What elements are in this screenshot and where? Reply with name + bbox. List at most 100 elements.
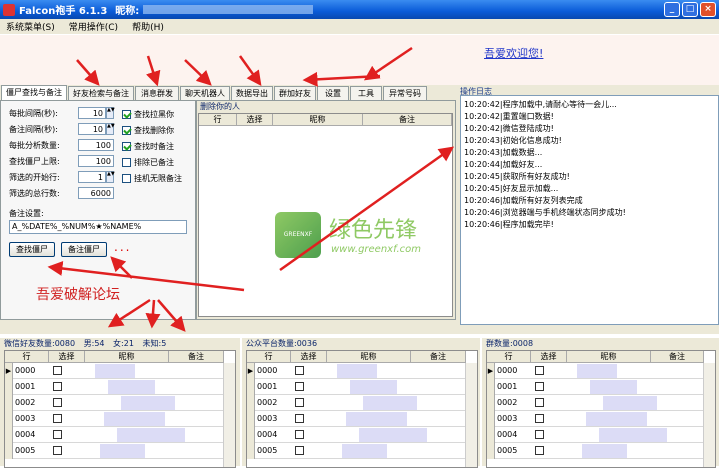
nickname-redacted <box>359 428 427 442</box>
nickname-redacted <box>603 396 657 410</box>
row-checkbox[interactable] <box>535 446 544 455</box>
annotation-dots: ... <box>114 240 132 254</box>
welcome-link[interactable]: 吾爱欢迎您! <box>484 45 543 61</box>
check-remark-while-find[interactable]: 查找时备注 <box>122 141 174 152</box>
check-exclude-remarked[interactable]: 排除已备注 <box>122 157 174 168</box>
row-indicator: ▶ <box>487 363 495 379</box>
tab-group-add[interactable]: 群加好友 <box>274 86 316 100</box>
row-checkbox[interactable] <box>53 430 62 439</box>
nickname-redacted <box>121 396 175 410</box>
row-checkbox[interactable] <box>295 414 304 423</box>
row-indicator <box>487 427 495 443</box>
nick-label: 昵称: <box>115 6 140 17</box>
table-row[interactable]: 0002 <box>247 395 465 411</box>
label-batch-interval: 每批间隔(秒): <box>9 109 58 118</box>
title-bar: Falcon袍手 6.1.3 昵称: _ □ × <box>0 0 719 19</box>
row-checkbox[interactable] <box>53 398 62 407</box>
friends-scrollbar[interactable] <box>223 363 235 467</box>
table-row[interactable]: 0003 <box>247 411 465 427</box>
groups-grid[interactable]: 行 选择 昵称 备注 ▶ 0000 0001 0002 0003 0004 0005 <box>486 350 716 468</box>
remark-template-input[interactable]: A_%DATE%_%NUM%★%NAME% <box>9 220 187 234</box>
table-row[interactable]: 0002 <box>487 395 703 411</box>
tab-friend-search[interactable]: 好友检索与备注 <box>68 86 134 100</box>
groups-header: 群数量:0008 <box>486 339 534 348</box>
close-button[interactable]: × <box>700 2 716 17</box>
row-indicator <box>247 411 255 427</box>
check-deleted[interactable]: 查找删除你 <box>122 125 174 136</box>
table-row[interactable]: 0004 <box>247 427 465 443</box>
remark-interval-stepper[interactable]: ▲▼ <box>106 123 115 135</box>
check-idle-remark[interactable]: 挂机无限备注 <box>122 173 182 184</box>
minimize-button[interactable]: _ <box>664 2 680 17</box>
row-checkbox[interactable] <box>295 382 304 391</box>
log-line: 10:20:44|加载好友... <box>464 160 543 169</box>
table-row[interactable]: 0003 <box>5 411 223 427</box>
table-row[interactable]: 0001 <box>5 379 223 395</box>
total-rows-input[interactable]: 6000 <box>78 187 114 199</box>
table-row[interactable]: 0002 <box>5 395 223 411</box>
checkbox-icon <box>122 110 131 119</box>
row-checkbox[interactable] <box>53 414 62 423</box>
tab-export[interactable]: 数据导出 <box>231 86 273 100</box>
row-checkbox[interactable] <box>295 366 304 375</box>
row-checkbox[interactable] <box>535 414 544 423</box>
row-checkbox[interactable] <box>295 398 304 407</box>
row-checkbox[interactable] <box>295 446 304 455</box>
menu-system[interactable]: 系统菜单(S) <box>6 20 55 33</box>
row-checkbox[interactable] <box>535 430 544 439</box>
public-scrollbar[interactable] <box>465 363 477 467</box>
label-total-rows: 筛选的总行数: <box>9 189 60 198</box>
start-row-stepper[interactable]: ▲▼ <box>106 171 115 183</box>
table-row[interactable]: ▶ 0000 <box>5 363 223 379</box>
tab-zombie[interactable]: 僵尸查找与备注 <box>1 85 67 100</box>
row-indicator <box>487 379 495 395</box>
row-checkbox[interactable] <box>295 430 304 439</box>
groups-scrollbar[interactable] <box>703 363 715 467</box>
table-row[interactable]: 0001 <box>487 379 703 395</box>
row-checkbox[interactable] <box>535 382 544 391</box>
tab-robot[interactable]: 聊天机器人 <box>180 86 230 100</box>
tab-broadcast[interactable]: 消息群发 <box>135 86 179 100</box>
row-checkbox[interactable] <box>535 398 544 407</box>
batch-count-input[interactable]: 100 <box>78 139 114 151</box>
menu-common[interactable]: 常用操作(C) <box>69 20 118 33</box>
row-indicator <box>5 443 13 459</box>
label-remark-interval: 备注间隔(秒): <box>9 125 58 134</box>
row-number: 0002 <box>257 398 278 407</box>
row-checkbox[interactable] <box>53 382 62 391</box>
public-grid[interactable]: 行 选择 昵称 备注 ▶ 0000 0001 0002 0003 0004 0005 <box>246 350 478 468</box>
row-number: 0003 <box>15 414 36 423</box>
batch-interval-stepper[interactable]: ▲▼ <box>106 107 115 119</box>
batch-interval-input[interactable]: 10 <box>78 107 106 119</box>
find-zombie-button[interactable]: 查找僵尸 <box>9 242 55 257</box>
start-row-input[interactable]: 1 <box>78 171 106 183</box>
table-row[interactable]: 0005 <box>487 443 703 459</box>
table-row[interactable]: ▶ 0000 <box>487 363 703 379</box>
row-checkbox[interactable] <box>53 446 62 455</box>
table-row[interactable]: 0005 <box>5 443 223 459</box>
row-checkbox[interactable] <box>535 366 544 375</box>
nickname-redacted <box>108 380 155 394</box>
table-row[interactable]: 0004 <box>487 427 703 443</box>
friends-grid[interactable]: 行 选择 昵称 备注 ▶ 0000 0001 0002 0003 0004 0005 <box>4 350 236 468</box>
table-row[interactable]: 0003 <box>487 411 703 427</box>
zombie-limit-input[interactable]: 100 <box>78 155 114 167</box>
tab-settings[interactable]: 设置 <box>317 86 349 100</box>
log-box[interactable]: 10:20:42|程序加载中,请耐心等待一会儿... 10:20:42|重置端口… <box>460 95 719 325</box>
nickname-redacted <box>577 364 617 378</box>
table-row[interactable]: 0001 <box>247 379 465 395</box>
tab-tools[interactable]: 工具 <box>350 86 382 100</box>
col-row: 行 <box>487 351 531 363</box>
table-row[interactable]: 0005 <box>247 443 465 459</box>
maximize-button[interactable]: □ <box>682 2 698 17</box>
table-row[interactable]: 0004 <box>5 427 223 443</box>
row-checkbox[interactable] <box>53 366 62 375</box>
col-nickname: 昵称 <box>567 351 651 363</box>
menu-help[interactable]: 帮助(H) <box>132 20 164 33</box>
row-number: 0001 <box>497 382 518 391</box>
remark-zombie-button[interactable]: 备注僵尸 <box>61 242 107 257</box>
tab-abnormal[interactable]: 异常号码 <box>383 86 427 100</box>
table-row[interactable]: ▶ 0000 <box>247 363 465 379</box>
check-blocked[interactable]: 查找拉黑你 <box>122 109 174 120</box>
remark-interval-input[interactable]: 10 <box>78 123 106 135</box>
